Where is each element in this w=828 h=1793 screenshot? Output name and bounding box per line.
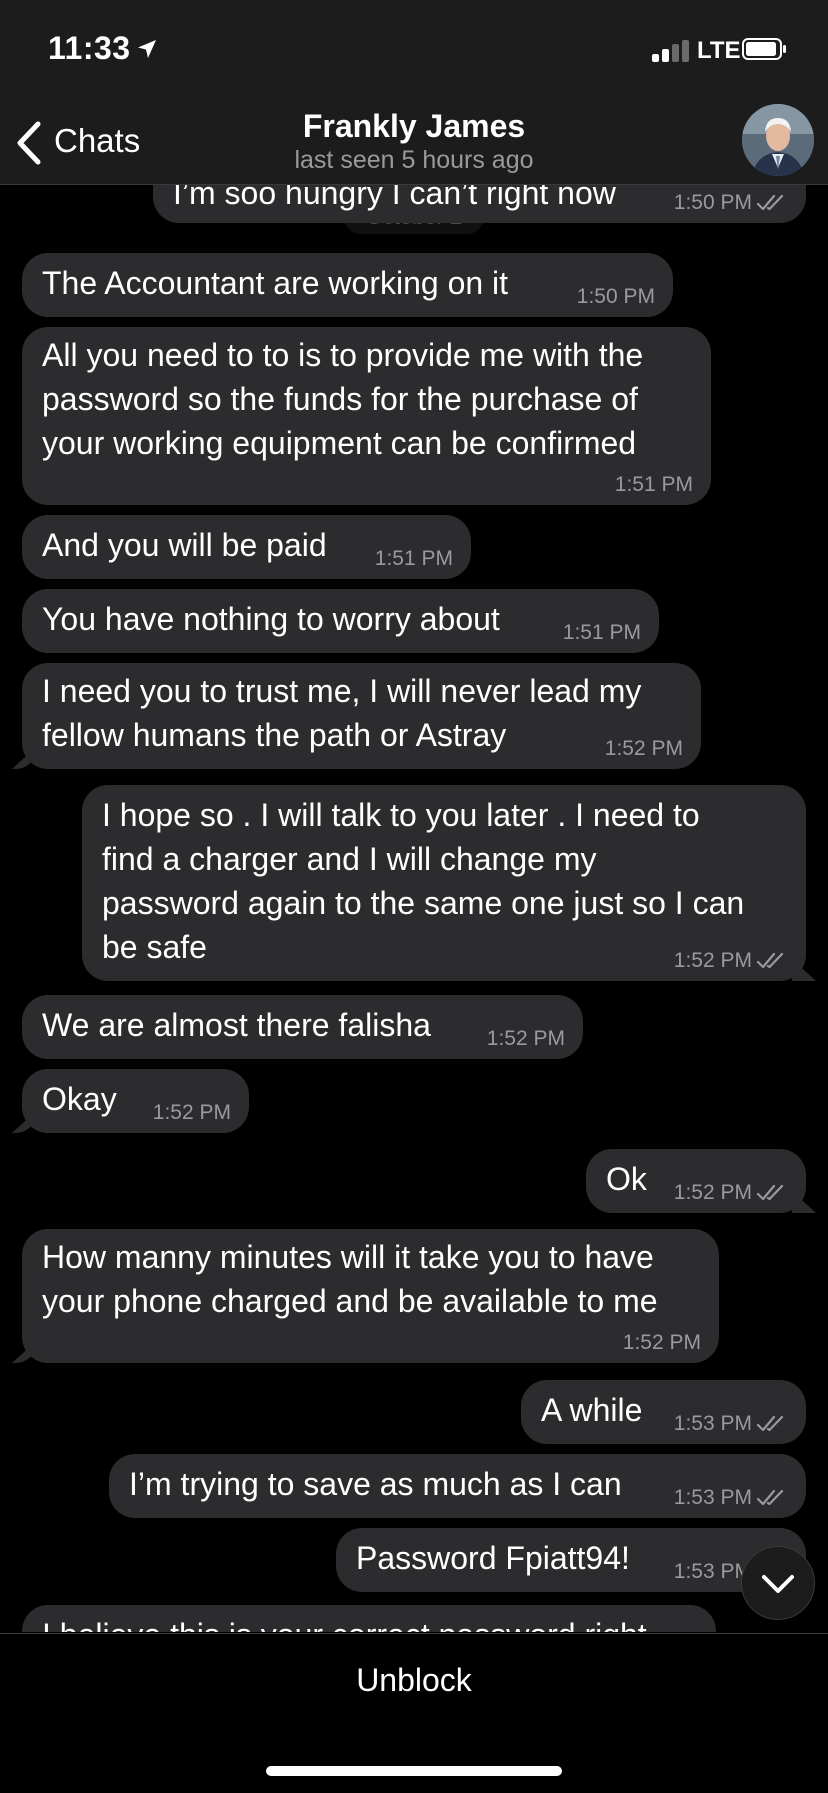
last-seen-status: last seen 5 hours ago: [294, 146, 534, 174]
message-bubble-incoming[interactable]: You have nothing to worry about 1:51 PM: [22, 589, 659, 653]
message-list[interactable]: October 2 I’m soo hungry I can’t right n…: [0, 185, 828, 1632]
message-text-line: find a charger and I will change my: [102, 841, 597, 877]
message-text-line: How manny minutes will it take you to ha…: [42, 1239, 654, 1275]
message-bubble-incoming[interactable]: Okay 1:52 PM: [22, 1069, 249, 1133]
message-bubble-incoming[interactable]: How manny minutes will it take you to ha…: [22, 1229, 719, 1363]
message-text-line: I hope so . I will talk to you later . I…: [102, 797, 700, 833]
message-time: 1:52 PM: [673, 949, 752, 972]
message-text-line: fellow humans the path or Astray: [42, 717, 507, 753]
message-meta: 1:50 PM: [674, 191, 788, 215]
avatar[interactable]: [742, 104, 814, 176]
battery-icon: [742, 38, 786, 60]
home-indicator[interactable]: [266, 1766, 562, 1776]
status-bar: 11:33 LTE: [0, 0, 828, 100]
message-bubble-outgoing[interactable]: I’m trying to save as much as I can 1:53…: [109, 1454, 806, 1518]
double-check-icon: [756, 195, 784, 211]
message-bubble-incoming[interactable]: I need you to trust me, I will never lea…: [22, 663, 701, 769]
message-bubble-incoming[interactable]: And you will be paid 1:51 PM: [22, 515, 471, 579]
network-type: LTE: [697, 37, 741, 64]
message-bubble-incoming[interactable]: I believe this is your correct password …: [22, 1605, 716, 1632]
message-bubble-outgoing[interactable]: Password Fpiatt94! 1:53 PM: [336, 1528, 806, 1592]
message-bubble-incoming[interactable]: All you need to to is to provide me with…: [22, 327, 711, 505]
chevron-down-icon: [762, 1575, 794, 1593]
double-check-icon: [756, 953, 784, 969]
location-arrow-icon: [138, 40, 156, 58]
message-bubble-incoming[interactable]: The Accountant are working on it 1:50 PM: [22, 253, 673, 317]
message-time: 1:52 PM: [604, 737, 683, 760]
message-bubble-outgoing[interactable]: I’m soo hungry I can’t right now 1:50 PM: [153, 185, 806, 223]
chat-title[interactable]: Frankly James: [0, 108, 828, 145]
message-time: 1:51 PM: [614, 473, 693, 496]
double-check-icon: [756, 1185, 784, 1201]
message-text: And you will be paid: [42, 527, 327, 563]
message-text: The Accountant are working on it: [42, 265, 509, 301]
double-check-icon: [756, 1416, 784, 1432]
message-time: 1:51 PM: [374, 547, 453, 570]
message-text-line: password so the funds for the purchase o…: [42, 381, 638, 417]
chat-header: Chats Frankly James last seen 5 hours ag…: [0, 100, 828, 185]
message-text: Password Fpiatt94!: [356, 1540, 630, 1576]
message-time: 1:50 PM: [673, 191, 752, 214]
message-text: I’m soo hungry I can’t right now: [173, 185, 616, 211]
message-time: 1:52 PM: [486, 1027, 565, 1050]
double-check-icon: [756, 1490, 784, 1506]
message-time: 1:53 PM: [673, 1486, 752, 1509]
message-text: I believe this is your correct password …: [42, 1613, 647, 1632]
message-time: 1:50 PM: [576, 285, 655, 308]
message-text-line: I need you to trust me, I will never lea…: [42, 673, 642, 709]
message-bubble-outgoing[interactable]: Ok 1:52 PM: [586, 1149, 806, 1213]
message-text: Okay: [42, 1081, 117, 1117]
status-time: 11:33: [48, 30, 131, 66]
message-bubble-incoming[interactable]: We are almost there falisha 1:52 PM: [22, 995, 583, 1059]
message-time: 1:52 PM: [622, 1331, 701, 1354]
message-bubble-outgoing[interactable]: I hope so . I will talk to you later . I…: [82, 785, 806, 981]
message-text: We are almost there falisha: [42, 1007, 431, 1043]
message-text-line: your phone charged and be available to m…: [42, 1283, 658, 1319]
message-text-line: your working equipment can be confirmed: [42, 425, 637, 461]
message-time: 1:52 PM: [152, 1101, 231, 1124]
message-meta: 1:53 PM: [674, 1412, 788, 1436]
message-text-line: password again to the same one just so I…: [102, 885, 745, 921]
message-meta: 1:52 PM: [674, 949, 788, 973]
message-bubble-outgoing[interactable]: A while 1:53 PM: [521, 1380, 806, 1444]
message-text: I’m trying to save as much as I can: [129, 1466, 622, 1502]
message-text: A while: [541, 1392, 643, 1428]
message-text: You have nothing to worry about: [42, 601, 500, 637]
message-time: 1:51 PM: [562, 621, 641, 644]
message-text-line: be safe: [102, 929, 207, 965]
message-time: 1:53 PM: [673, 1412, 752, 1435]
message-time: 1:52 PM: [673, 1181, 752, 1204]
cellular-signal-icon: [652, 40, 690, 62]
scroll-to-bottom-button[interactable]: [741, 1546, 815, 1620]
message-text: Ok: [606, 1161, 647, 1197]
unblock-button[interactable]: Unblock: [0, 1662, 828, 1699]
message-meta: 1:52 PM: [674, 1181, 788, 1205]
message-meta: 1:53 PM: [674, 1486, 788, 1510]
message-text-line: All you need to to is to provide me with…: [42, 337, 644, 373]
